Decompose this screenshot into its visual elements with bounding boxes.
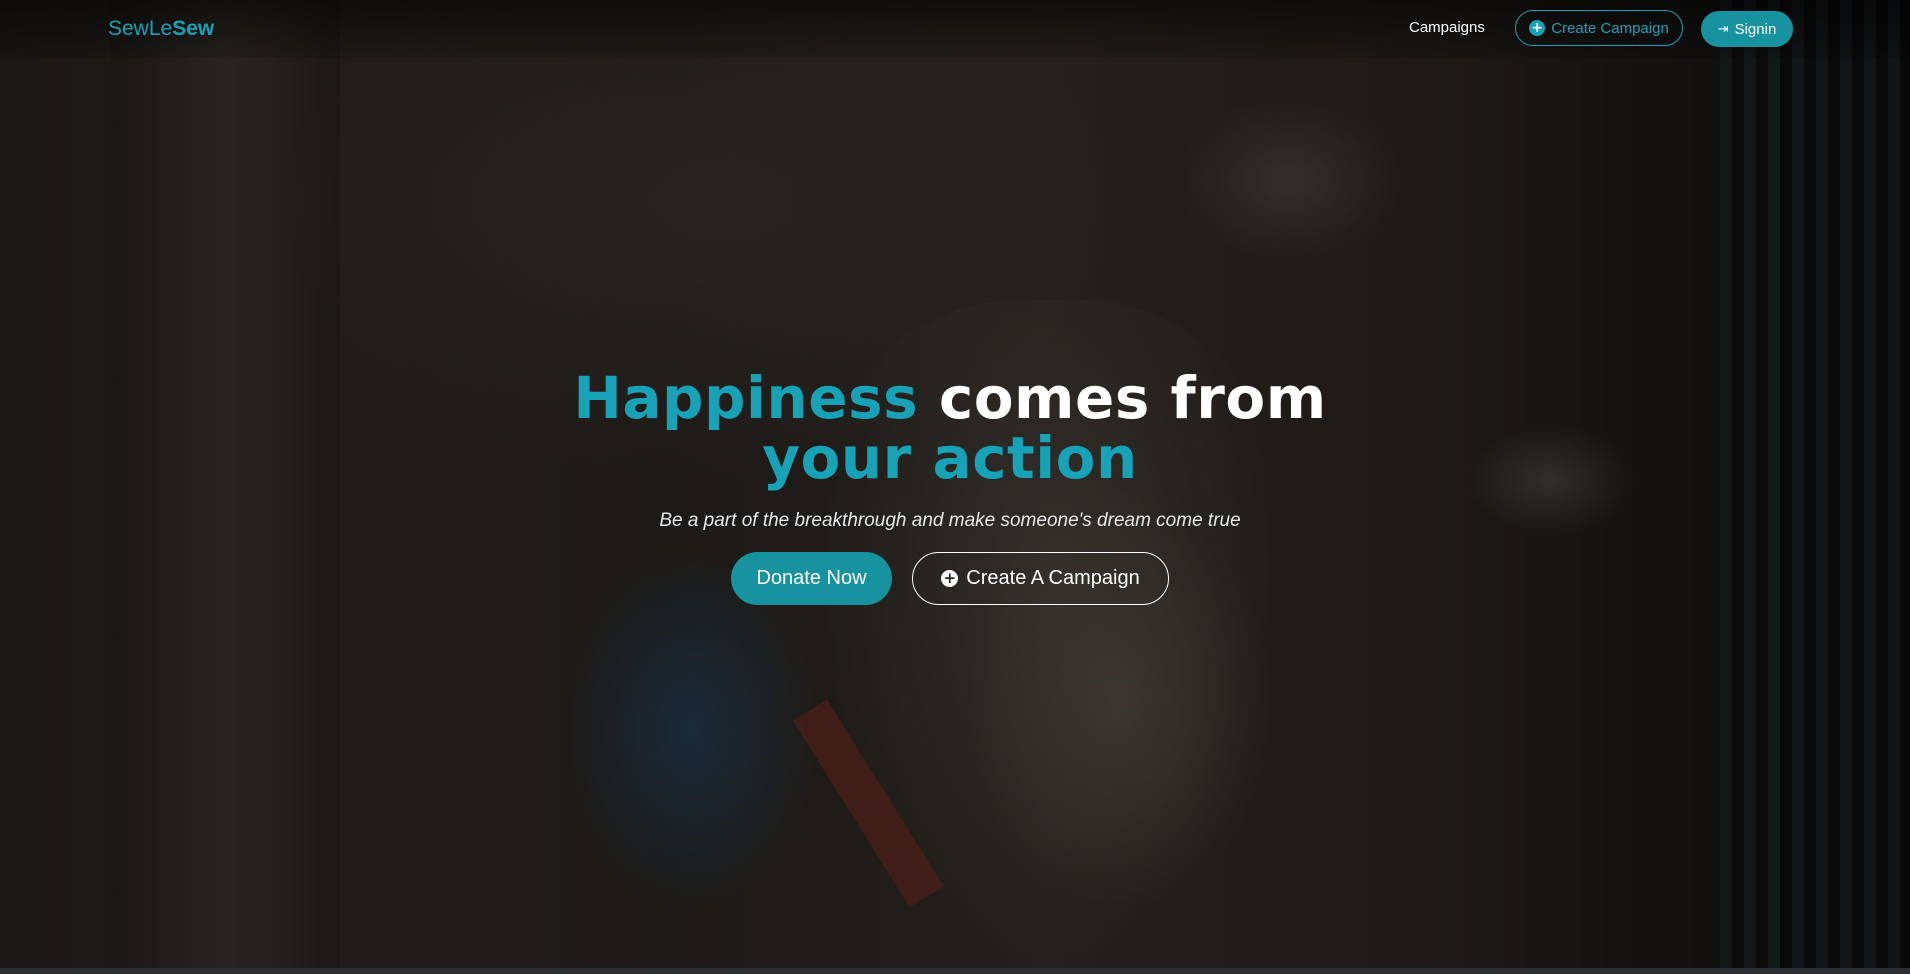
- donate-now-label: Donate Now: [756, 567, 867, 589]
- headline-plain: comes from: [938, 364, 1327, 432]
- create-a-campaign-label: Create A Campaign: [966, 567, 1140, 589]
- hero-subtitle: Be a part of the breakthrough and make s…: [659, 510, 1241, 531]
- hero-section: SewLeSew Campaigns + Create Campaign ⇥ S…: [0, 0, 1910, 968]
- create-campaign-button[interactable]: + Create Campaign: [1515, 10, 1683, 46]
- create-campaign-label: Create Campaign: [1551, 19, 1669, 37]
- bottom-scrollbar-track: [0, 968, 1910, 974]
- sign-in-icon: ⇥: [1717, 21, 1729, 36]
- plus-circle-icon: +: [1529, 20, 1546, 36]
- brand-bold: Sew: [172, 17, 215, 40]
- nav-link-campaigns[interactable]: Campaigns: [1409, 19, 1485, 36]
- donate-now-button[interactable]: Donate Now: [731, 552, 892, 605]
- hero-content: Happiness comes from your action Be a pa…: [0, 368, 1900, 605]
- navbar: SewLeSew Campaigns + Create Campaign ⇥ S…: [0, 0, 1910, 58]
- brand-logo[interactable]: SewLeSew: [108, 17, 214, 41]
- headline-accent-2: your action: [762, 424, 1138, 492]
- hero-headline: Happiness comes from your action: [0, 368, 1900, 488]
- hero-actions: Donate Now + Create A Campaign: [0, 552, 1900, 605]
- headline-accent-1: Happiness: [573, 364, 919, 432]
- signin-button[interactable]: ⇥ Signin: [1701, 11, 1793, 47]
- brand-light: SewLe: [108, 17, 173, 40]
- plus-circle-icon: +: [941, 570, 959, 587]
- signin-label: Signin: [1734, 20, 1777, 38]
- create-a-campaign-button[interactable]: + Create A Campaign: [912, 552, 1169, 605]
